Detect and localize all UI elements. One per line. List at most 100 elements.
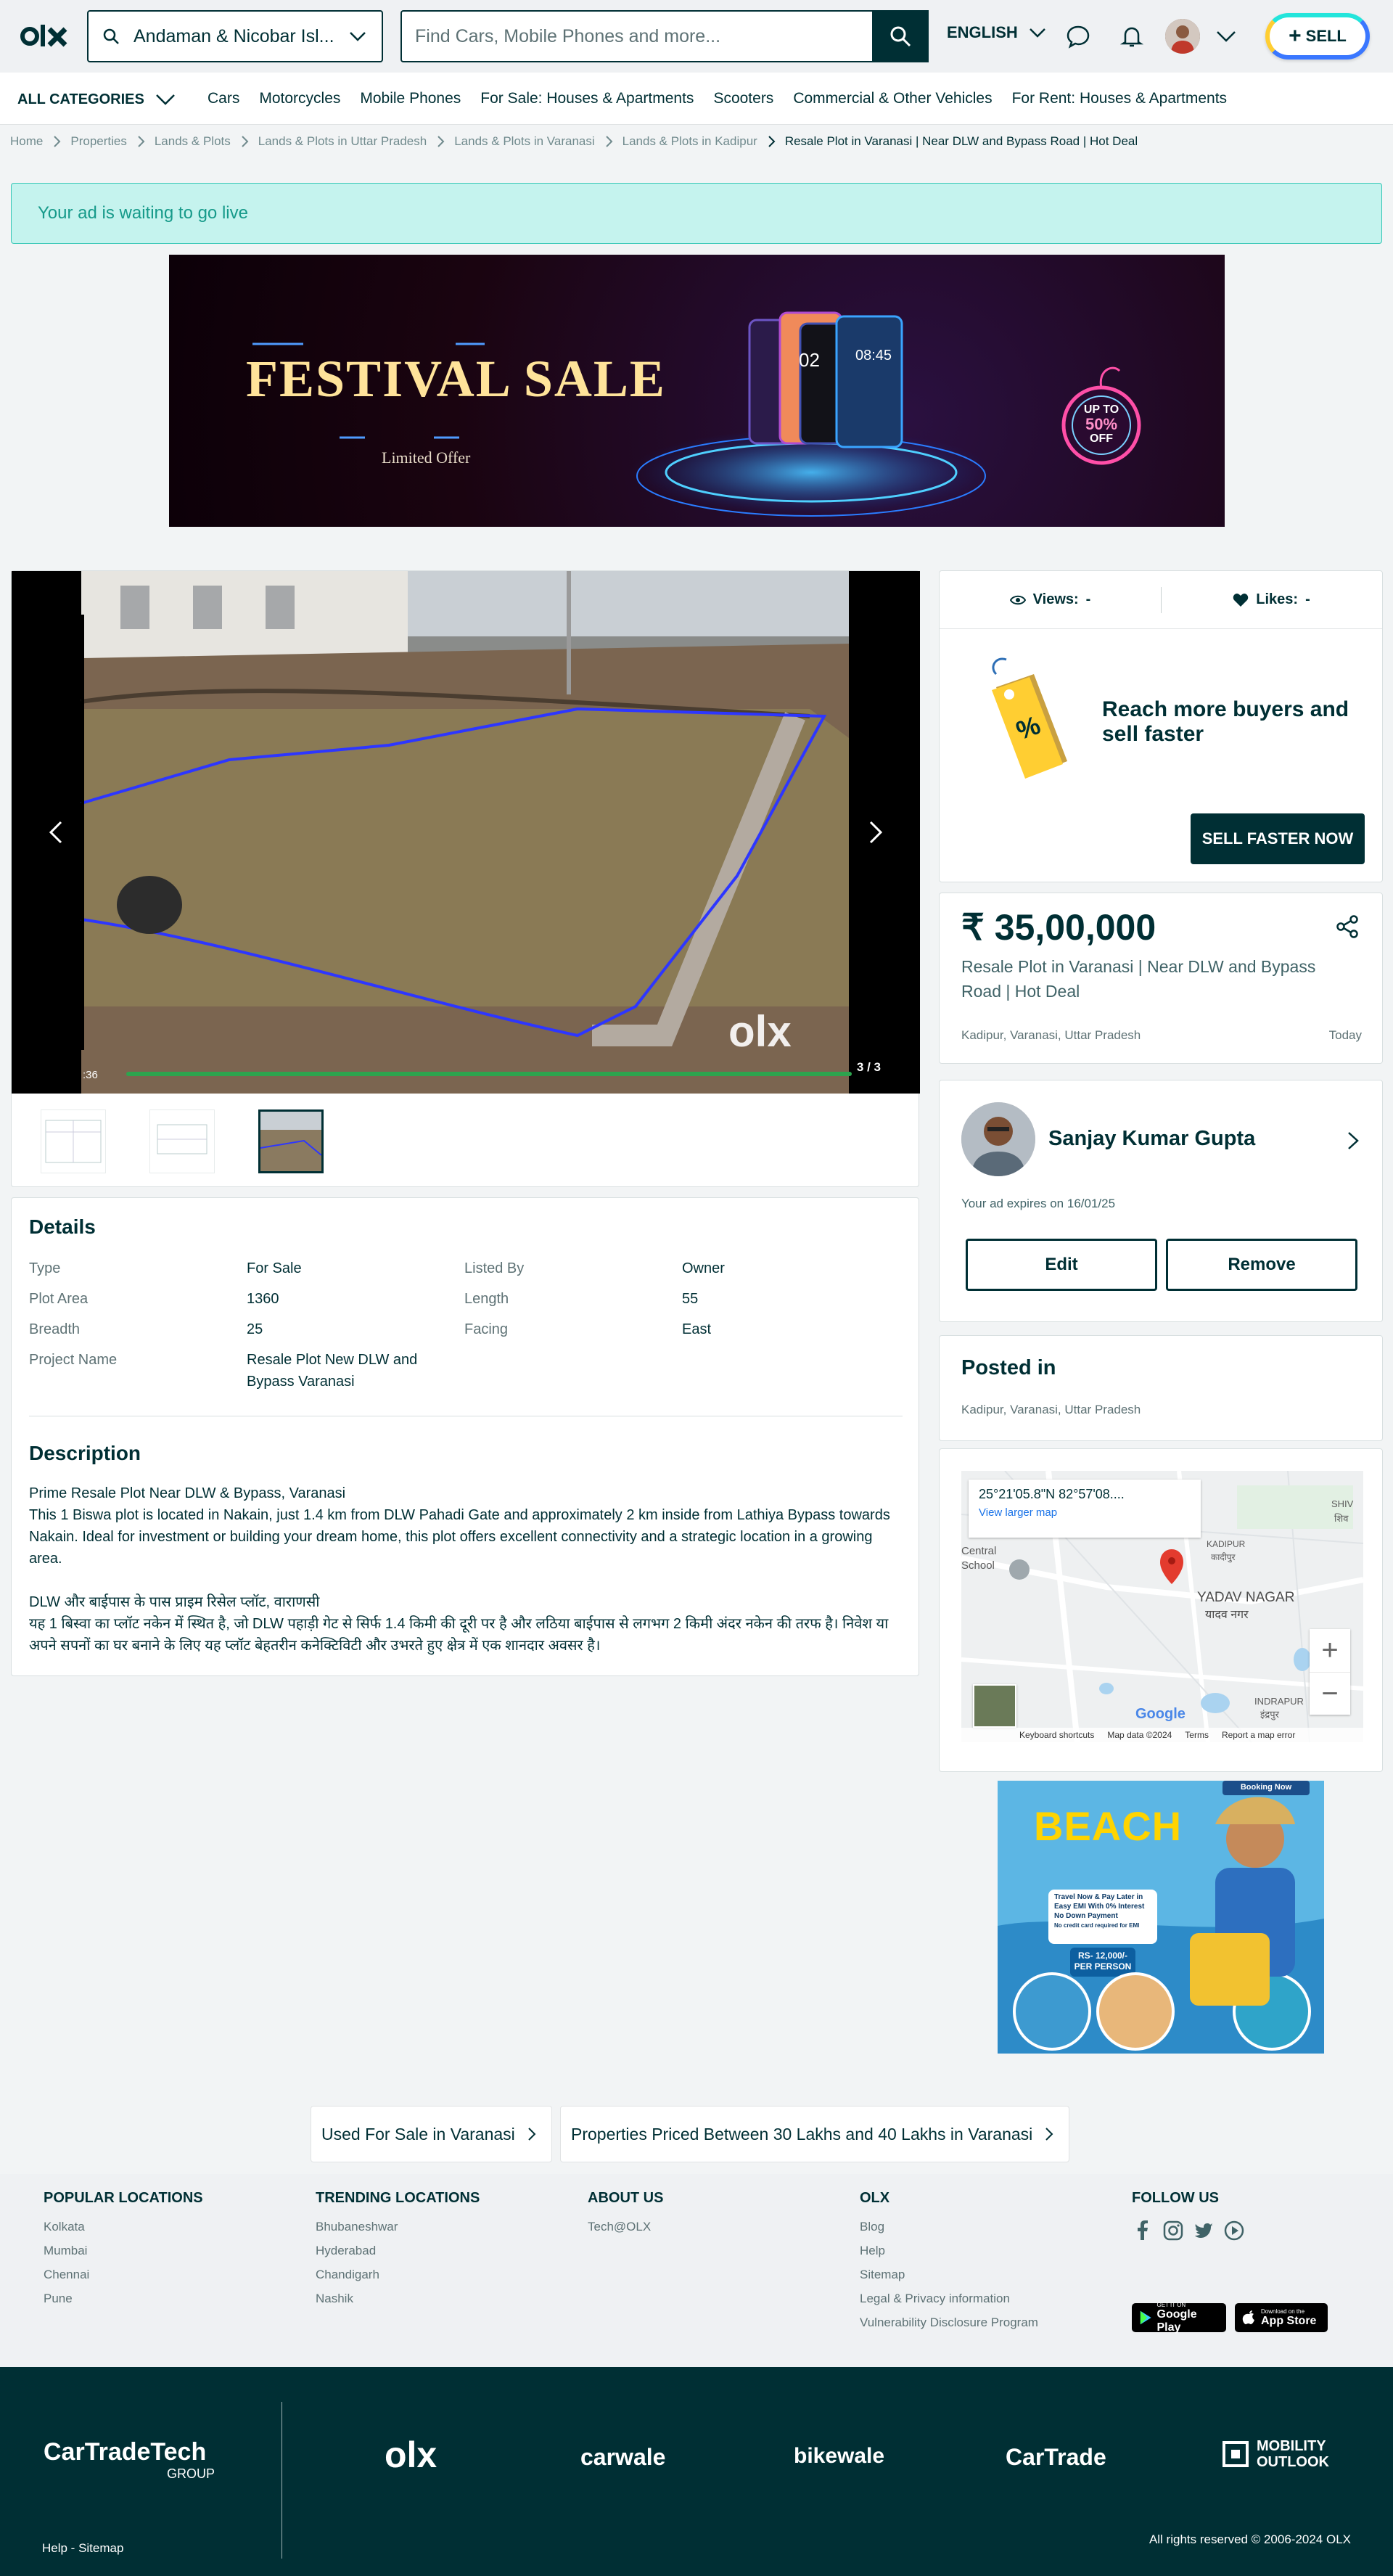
zoom-in-button[interactable]: + (1310, 1629, 1350, 1672)
chevron-right-icon[interactable] (1340, 1128, 1365, 1153)
satellite-toggle[interactable] (973, 1684, 1016, 1728)
cartrade-tech-text: CarTradeTech (44, 2438, 207, 2466)
detail-label: Breadth (29, 1321, 81, 1337)
ad-location: Kadipur, Varanasi, Uttar Pradesh (961, 1028, 1141, 1042)
user-avatar[interactable] (1165, 19, 1200, 54)
footer-link[interactable]: Blog (860, 2220, 1038, 2234)
view-larger-map-link[interactable]: View larger map (979, 1506, 1191, 1519)
store-big-text: Google Play (1156, 2308, 1197, 2334)
footer-link[interactable]: Chennai (44, 2268, 203, 2282)
breadcrumb-link[interactable]: Properties (70, 134, 126, 149)
thumbnail-strip (41, 1109, 324, 1173)
breadcrumb-link[interactable]: Lands & Plots (155, 134, 231, 149)
report-error-link[interactable]: Report a map error (1222, 1730, 1295, 1740)
language-selector[interactable]: ENGLISH (947, 22, 1048, 44)
ad-price: RS- 12,000/- PER PERSON (1072, 1951, 1134, 1972)
category-link[interactable]: Scooters (713, 90, 773, 107)
search-field[interactable] (400, 10, 929, 62)
breadcrumb-link[interactable]: Lands & Plots in Kadipur (622, 134, 757, 149)
footer-link[interactable]: Kolkata (44, 2220, 203, 2234)
footer-link[interactable]: Bhubaneshwar (316, 2220, 480, 2234)
related-link[interactable]: Properties Priced Between 30 Lakhs and 4… (560, 2106, 1070, 2162)
olx-footer-logo[interactable]: olx (385, 2434, 437, 2476)
zoom-out-button[interactable]: − (1310, 1672, 1350, 1715)
category-link[interactable]: Commercial & Other Vehicles (793, 90, 992, 107)
location-selector[interactable]: Andaman & Nicobar Isl... (87, 10, 383, 62)
chevron-down-icon (155, 94, 175, 105)
breadcrumb-link[interactable]: Home (10, 134, 43, 149)
category-link[interactable]: Mobile Phones (360, 90, 461, 107)
brand-footer: CarTradeTech GROUP olx carwale bikewale … (0, 2367, 1393, 2576)
likes-label: Likes: (1256, 591, 1299, 607)
breadcrumb-link[interactable]: Lands & Plots in Varanasi (454, 134, 594, 149)
cartrade-logo[interactable]: CarTrade (1006, 2444, 1106, 2471)
google-play-badge[interactable]: GET IT ON Google Play (1132, 2302, 1226, 2334)
sell-button[interactable]: + SELL (1265, 13, 1370, 60)
twitter-icon[interactable] (1193, 2220, 1215, 2241)
app-store-badge[interactable]: Download on the App Store (1235, 2303, 1328, 2332)
posted-heading: Posted in (961, 1356, 1056, 1379)
thumbnail[interactable] (41, 1109, 106, 1173)
remove-button[interactable]: Remove (1166, 1239, 1357, 1291)
chevron-right-icon (138, 136, 145, 147)
category-link[interactable]: Motorcycles (259, 90, 340, 107)
sell-faster-button[interactable]: SELL FASTER NOW (1191, 813, 1365, 864)
description-text: Prime Resale Plot Near DLW & Bypass, Var… (29, 1485, 890, 1654)
cartrade-tech-logo[interactable]: CarTradeTech GROUP (44, 2438, 215, 2482)
thumbnail[interactable] (149, 1109, 215, 1173)
seller-name[interactable]: Sanjay Kumar Gupta (1048, 1127, 1255, 1151)
festival-sale-banner[interactable]: FESTIVAL SALE Limited Offer UP TO 50% OF… (169, 255, 1225, 527)
carwale-logo[interactable]: carwale (580, 2444, 665, 2471)
footer-link[interactable]: Help (860, 2244, 1038, 2258)
youtube-icon[interactable] (1223, 2220, 1245, 2241)
thumbnail-active[interactable] (258, 1109, 324, 1173)
location-map[interactable]: 25°21'05.8"N 82°57'08.... View larger ma… (961, 1471, 1363, 1742)
terms-link[interactable]: Terms (1185, 1730, 1209, 1740)
instagram-icon[interactable] (1162, 2220, 1184, 2241)
footer-link[interactable]: Mumbai (44, 2244, 203, 2258)
olx-logo[interactable] (20, 20, 68, 52)
related-link-label: Used For Sale in Varanasi (321, 2124, 515, 2144)
image-viewer[interactable]: olx :36 3 / 3 (12, 571, 920, 1094)
search-input[interactable] (415, 25, 914, 47)
search-button[interactable] (872, 10, 929, 62)
footer-link[interactable]: Pune (44, 2292, 203, 2306)
detail-value: For Sale (247, 1260, 302, 1276)
price: ₹ 35,00,000 (961, 907, 1156, 948)
edit-button[interactable]: Edit (966, 1239, 1157, 1291)
footer-link[interactable]: Nashik (316, 2292, 480, 2306)
bikewale-logo[interactable]: bikewale (794, 2444, 884, 2469)
share-icon[interactable] (1334, 914, 1360, 940)
facebook-icon[interactable] (1132, 2220, 1154, 2241)
footer-link[interactable]: Hyderabad (316, 2244, 480, 2258)
breadcrumb-link[interactable]: Lands & Plots in Uttar Pradesh (258, 134, 427, 149)
chat-icon[interactable] (1065, 23, 1091, 49)
beach-ad[interactable]: Booking Now BEACH Travel Now & Pay Later… (998, 1781, 1324, 2054)
help-sitemap-link[interactable]: Help - Sitemap (42, 2541, 123, 2556)
footer-link[interactable]: Legal & Privacy information (860, 2292, 1038, 2306)
chevron-down-icon[interactable] (1213, 23, 1239, 49)
mobility-outlook-logo[interactable]: MOBILITY OUTLOOK (1222, 2438, 1329, 2470)
footer-link[interactable]: Tech@OLX (588, 2220, 663, 2234)
map-card: 25°21'05.8"N 82°57'08.... View larger ma… (939, 1448, 1383, 1772)
category-link[interactable]: For Sale: Houses & Apartments (480, 90, 694, 107)
category-link[interactable]: Cars (207, 90, 239, 107)
related-link[interactable]: Used For Sale in Varanasi (311, 2106, 552, 2162)
keyboard-shortcuts-link[interactable]: Keyboard shortcuts (1019, 1730, 1094, 1740)
footer: POPULAR LOCATIONS Kolkata Mumbai Chennai… (0, 2174, 1393, 2367)
seller-avatar[interactable] (961, 1102, 1035, 1176)
map-label: इंद्रपुर (1260, 1709, 1279, 1720)
footer-link[interactable]: Sitemap (860, 2268, 1038, 2282)
footer-link[interactable]: Chandigarh (316, 2268, 480, 2282)
discount-tag-icon: % (992, 657, 1067, 779)
chevron-right-icon (437, 136, 445, 147)
footer-link[interactable]: Vulnerability Disclosure Program (860, 2315, 1038, 2330)
detail-label: Listed By (464, 1260, 525, 1276)
all-categories-button[interactable]: ALL CATEGORIES (17, 89, 178, 110)
previous-image-button[interactable] (26, 802, 87, 863)
category-link[interactable]: For Rent: Houses & Apartments (1012, 90, 1227, 107)
bell-icon[interactable] (1119, 23, 1145, 49)
next-image-button[interactable] (845, 802, 905, 863)
eye-icon (1009, 595, 1026, 604)
footer-column: OLX Blog Help Sitemap Legal & Privacy in… (860, 2190, 1038, 2339)
